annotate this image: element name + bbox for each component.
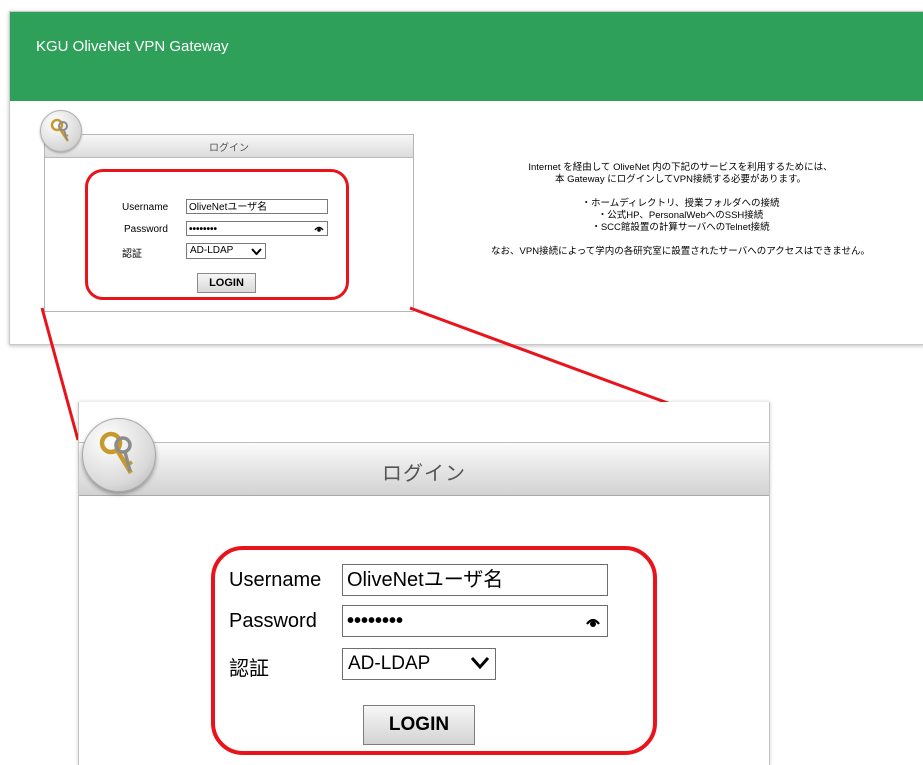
magnified-panel-header: ログイン	[79, 442, 769, 496]
magnified-panel-title: ログイン	[382, 463, 466, 485]
keys-icon	[82, 418, 156, 492]
highlight-large	[211, 546, 657, 755]
